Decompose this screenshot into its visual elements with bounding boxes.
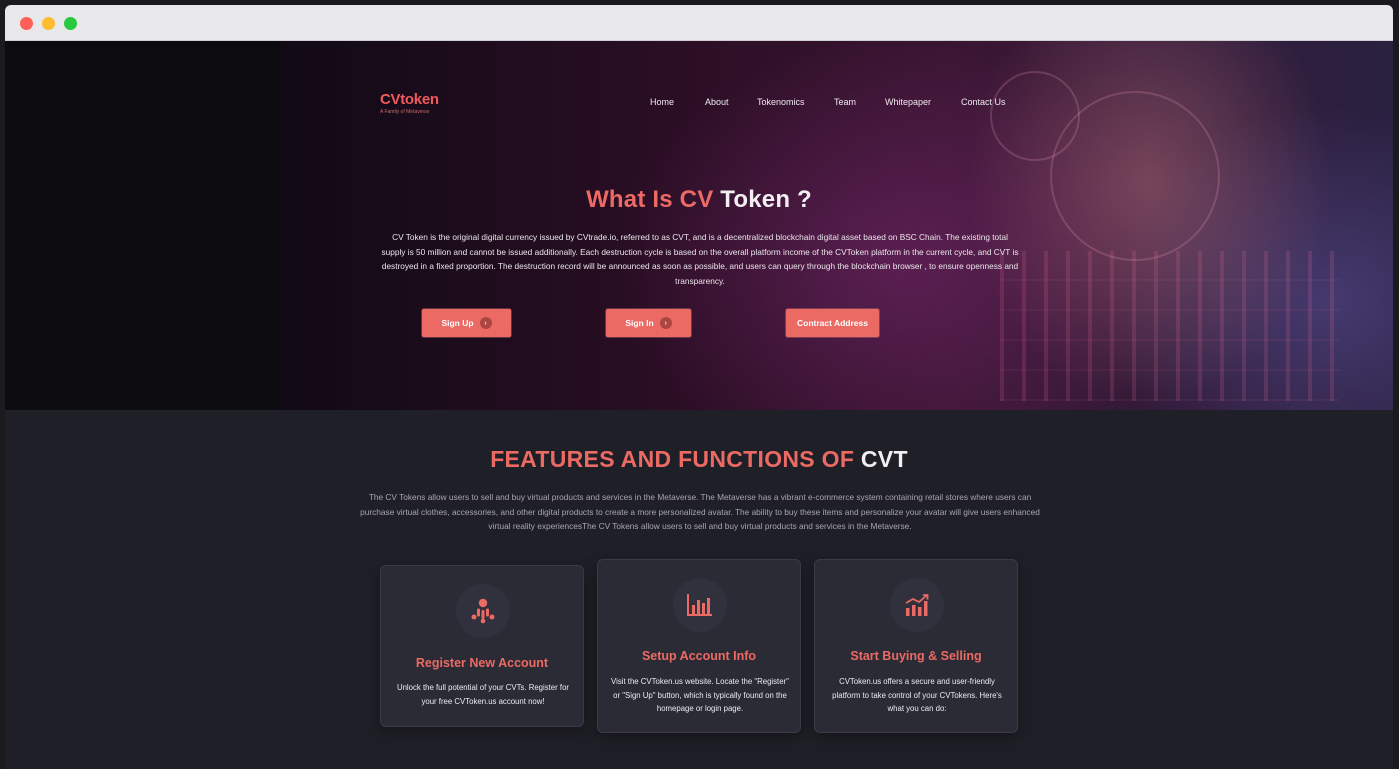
contract-address-label: Contract Address [796,318,868,328]
feature-card-text: Unlock the full potential of your CVTs. … [396,683,570,706]
features-title-rest: CVT [860,446,908,472]
feature-card-title: Register New Account [415,656,549,670]
features-title: FEATURES AND FUNCTIONS OF CVT [5,446,1393,473]
bar-chart-icon [673,578,727,632]
main-nav: Home About Tokenomics Team Whitepaper Co… [5,97,1393,111]
features-section: FEATURES AND FUNCTIONS OF CVT The CV Tok… [5,410,1393,769]
hero-title-highlight: What Is CV [586,186,714,213]
feature-card-title: Start Buying & Selling [850,649,982,663]
sign-up-button[interactable]: Sign Up › [422,309,511,337]
nav-whitepaper[interactable]: Whitepaper [885,97,931,107]
growth-chart-icon [890,578,944,632]
browser-title-bar [5,5,1393,41]
close-window-button[interactable] [20,17,33,30]
users-network-icon [456,584,510,638]
sign-up-label: Sign Up [441,318,474,328]
nav-about[interactable]: About [705,97,729,107]
feature-card-register[interactable]: Register New Account Unlock the full pot… [380,565,584,727]
contract-address-button[interactable]: Contract Address [786,309,879,337]
nav-tokenomics[interactable]: Tokenomics [757,97,805,107]
minimize-window-button[interactable] [42,17,55,30]
browser-window: CVtoken A Family of Metaverse Home About… [5,5,1393,769]
nav-contact-us[interactable]: Contact Us [961,97,1006,107]
feature-card-buy-sell[interactable]: Start Buying & Selling CVToken.us offers… [814,559,1018,733]
hero-title: What Is CV Token ? [5,186,1393,214]
sign-in-button[interactable]: Sign In › [606,309,691,337]
feature-card-setup[interactable]: Setup Account Info Visit the CVToken.us … [597,559,801,733]
nav-home[interactable]: Home [650,97,674,107]
feature-card-text: CVToken.us offers a secure and user-frie… [832,677,1002,713]
sign-in-label: Sign In [625,318,654,328]
maximize-window-button[interactable] [64,17,77,30]
arrow-right-icon: › [479,317,492,329]
hologram-bars-decoration [1000,251,1340,401]
nav-team[interactable]: Team [834,97,856,107]
hero-description: CV Token is the original digital currenc… [381,232,1019,286]
feature-card-text: Visit the CVToken.us website. Locate the… [611,677,789,713]
feature-card-title: Setup Account Info [641,649,757,663]
hologram-ring-decoration [990,71,1080,161]
arrow-right-icon: › [659,317,672,329]
features-description: The CV Tokens allow users to sell and bu… [360,492,1040,531]
hero-title-rest: Token ? [720,186,812,213]
features-title-highlight: FEATURES AND FUNCTIONS OF [490,446,855,472]
hero-section: CVtoken A Family of Metaverse Home About… [5,41,1393,410]
